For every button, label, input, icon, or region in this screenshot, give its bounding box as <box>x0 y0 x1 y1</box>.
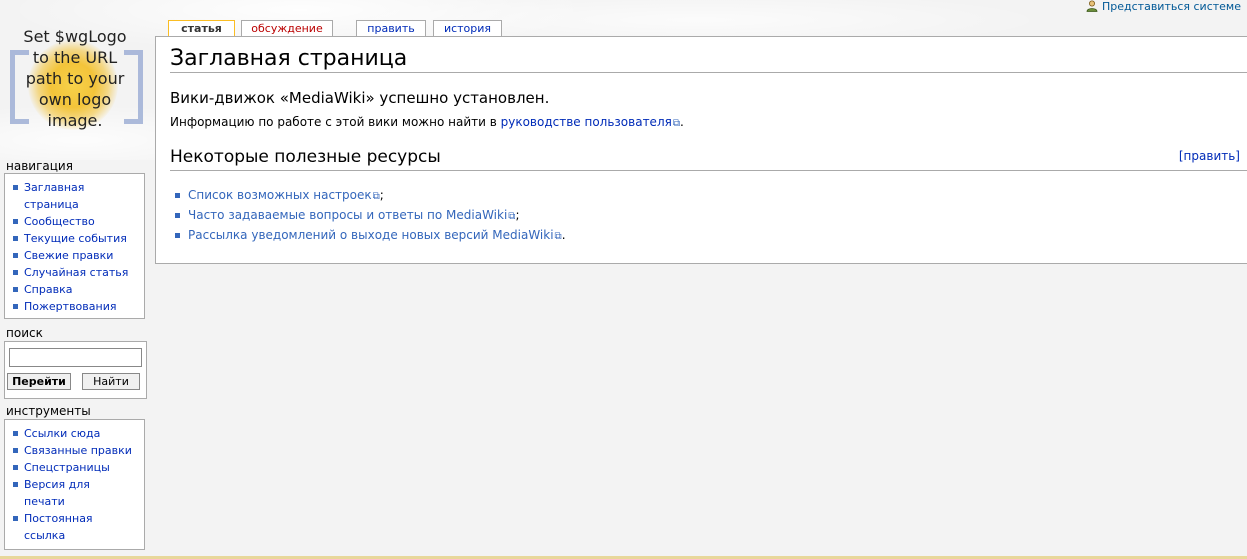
search-button[interactable]: Найти <box>82 373 140 390</box>
sidebar-item-special-pages[interactable]: Спецстраницы <box>5 459 144 476</box>
section-divider <box>170 170 1247 171</box>
intro-text: Вики-движок «MediaWiki» успешно установл… <box>170 89 550 107</box>
resources-list: Список возможных настроек; Часто задавае… <box>175 185 566 245</box>
mailing-list-link[interactable]: Рассылка уведомлений о выходе новых верс… <box>188 228 562 242</box>
navigation-portlet: Заглавная страница Сообщество Текущие со… <box>4 173 145 319</box>
page-title: Заглавная страница <box>170 46 408 71</box>
personal-tools: Представиться системе <box>1086 0 1241 13</box>
sidebar-item-help[interactable]: Справка <box>5 281 144 298</box>
sidebar-item-what-links-here[interactable]: Ссылки сюда <box>5 425 144 442</box>
user-guide-link[interactable]: руководстве пользователя <box>501 115 680 129</box>
sidebar-item-main-page[interactable]: Заглавная страница <box>5 179 114 213</box>
tab-edit[interactable]: править <box>356 20 426 36</box>
sidebar-item-printable[interactable]: Версия для печати <box>5 476 114 510</box>
tab-history[interactable]: история <box>433 20 502 36</box>
list-item: Рассылка уведомлений о выходе новых верс… <box>175 225 566 245</box>
info-paragraph: Информацию по работе с этой вики можно н… <box>170 115 684 129</box>
site-logo[interactable]: Set $wgLogo to the URL path to your own … <box>0 12 155 152</box>
list-item: Список возможных настроек; <box>175 185 566 205</box>
search-input[interactable] <box>9 348 142 367</box>
sidebar-item-permalink[interactable]: Постоянная ссылка <box>5 510 114 544</box>
sidebar-item-random-article[interactable]: Случайная статья <box>5 264 144 281</box>
sidebar-item-related-changes[interactable]: Связанные правки <box>5 442 144 459</box>
title-divider <box>170 72 1247 73</box>
sidebar-item-community[interactable]: Сообщество <box>5 213 144 230</box>
section-edit-link[interactable]: [править] <box>1179 149 1240 163</box>
user-icon <box>1086 0 1098 12</box>
login-link[interactable]: Представиться системе <box>1102 0 1241 13</box>
section-heading: Некоторые полезные ресурсы <box>170 147 441 167</box>
config-settings-link[interactable]: Список возможных настроек <box>188 188 380 202</box>
list-item: Часто задаваемые вопросы и ответы по Med… <box>175 205 566 225</box>
sidebar-item-recent-changes[interactable]: Свежие правки <box>5 247 144 264</box>
sidebar-item-donations[interactable]: Пожертвования <box>5 298 144 315</box>
sidebar-item-current-events[interactable]: Текущие события <box>5 230 144 247</box>
main-content: Заглавная страница Вики-движок «MediaWik… <box>155 36 1247 264</box>
faq-link[interactable]: Часто задаваемые вопросы и ответы по Med… <box>188 208 515 222</box>
search-heading: поиск <box>6 326 43 340</box>
search-portlet: Перейти Найти <box>4 341 147 399</box>
tools-heading: инструменты <box>6 404 91 418</box>
go-button[interactable]: Перейти <box>7 373 71 390</box>
tab-discussion[interactable]: обсуждение <box>241 20 333 36</box>
navigation-heading: навигация <box>6 159 73 173</box>
logo-placeholder-text: Set $wgLogo to the URL path to your own … <box>23 27 127 130</box>
tools-portlet: Ссылки сюда Связанные правки Спецстраниц… <box>4 419 145 550</box>
